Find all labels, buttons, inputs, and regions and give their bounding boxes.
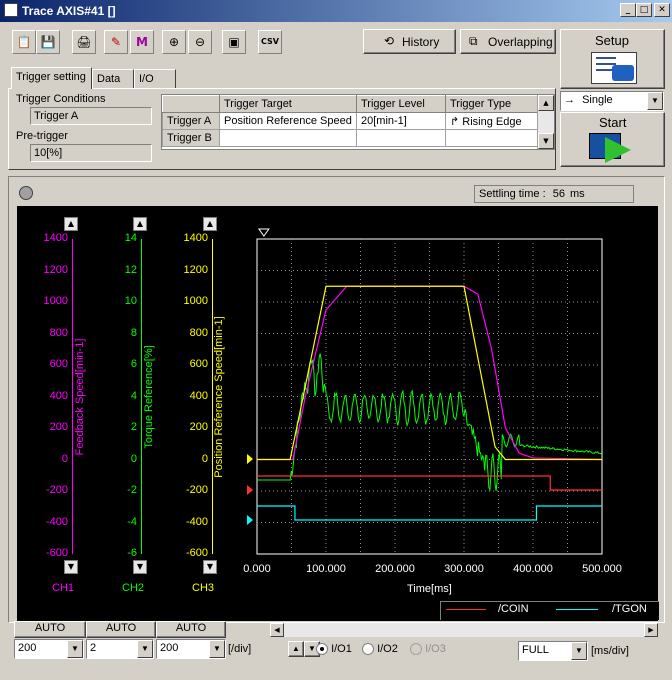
legend-tgon-line	[556, 609, 598, 610]
io-radio-1[interactable]: I/O1	[316, 643, 352, 656]
legend-tgon-label: /TGON	[612, 603, 647, 615]
auto-button-ch2[interactable]: AUTO	[86, 621, 156, 638]
div-unit-label: [/div]	[228, 643, 252, 655]
io-scroll-up[interactable]: ▲	[288, 641, 304, 657]
io2-label: I/O2	[377, 643, 398, 655]
x-tick-label: 400.000	[513, 563, 553, 575]
io3-label: I/O3	[425, 643, 446, 655]
scroll-right-icon[interactable]: ▶	[644, 623, 658, 637]
radio-icon	[410, 643, 422, 656]
trigger-marker-icon	[257, 228, 270, 237]
legend-coin-line	[446, 609, 486, 610]
tgon-trace	[257, 505, 602, 521]
coin-marker-icon	[247, 485, 253, 495]
legend-coin-label: /COIN	[498, 603, 529, 615]
x-tick-label: 200.000	[375, 563, 415, 575]
auto-button-ch1[interactable]: AUTO	[14, 621, 86, 638]
chevron-down-icon[interactable]: ▼	[67, 640, 83, 658]
io-radio-2[interactable]: I/O2	[362, 643, 398, 656]
tab-trigger-setting[interactable]: Trigger setting	[11, 67, 92, 89]
scroll-left-icon[interactable]: ◀	[270, 623, 284, 637]
chevron-down-icon[interactable]: ▼	[571, 642, 587, 660]
radio-selected-icon	[316, 643, 328, 656]
torque-trace	[257, 353, 602, 492]
ch2-div-value: 2	[90, 642, 97, 654]
io1-label: I/O1	[331, 643, 352, 655]
ch2-div-select[interactable]: 2 ▼	[86, 639, 154, 659]
ch1-div-value: 200	[18, 642, 37, 654]
x-tick-label: 100.000	[306, 563, 346, 575]
radio-icon	[362, 643, 374, 656]
x-tick-label: 500.000	[582, 563, 622, 575]
time-div-value: FULL	[522, 644, 549, 656]
tgon-marker-icon	[247, 515, 253, 525]
chevron-down-icon[interactable]: ▼	[209, 640, 225, 658]
x-tick-label: 0.000	[243, 563, 271, 575]
ch3-div-select[interactable]: 200 ▼	[156, 639, 226, 659]
trace-plot[interactable]: 0.000 100.000 200.000 300.000 400.000 500.000	[0, 0, 672, 680]
time-unit-label: [ms/div]	[591, 645, 629, 657]
time-scrollbar[interactable]: ◀ ▶	[270, 623, 658, 637]
x-axis-title: Time[ms]	[407, 583, 452, 595]
ch3-div-value: 200	[160, 642, 179, 654]
io-radio-3: I/O3	[410, 643, 446, 656]
auto-button-ch3[interactable]: AUTO	[156, 621, 226, 638]
x-tick-label: 300.000	[444, 563, 484, 575]
time-div-select[interactable]: FULL ▼	[518, 641, 588, 661]
ch1-div-select[interactable]: 200 ▼	[14, 639, 84, 659]
ch3-zero-marker-icon	[247, 454, 253, 464]
chevron-down-icon[interactable]: ▼	[137, 640, 153, 658]
